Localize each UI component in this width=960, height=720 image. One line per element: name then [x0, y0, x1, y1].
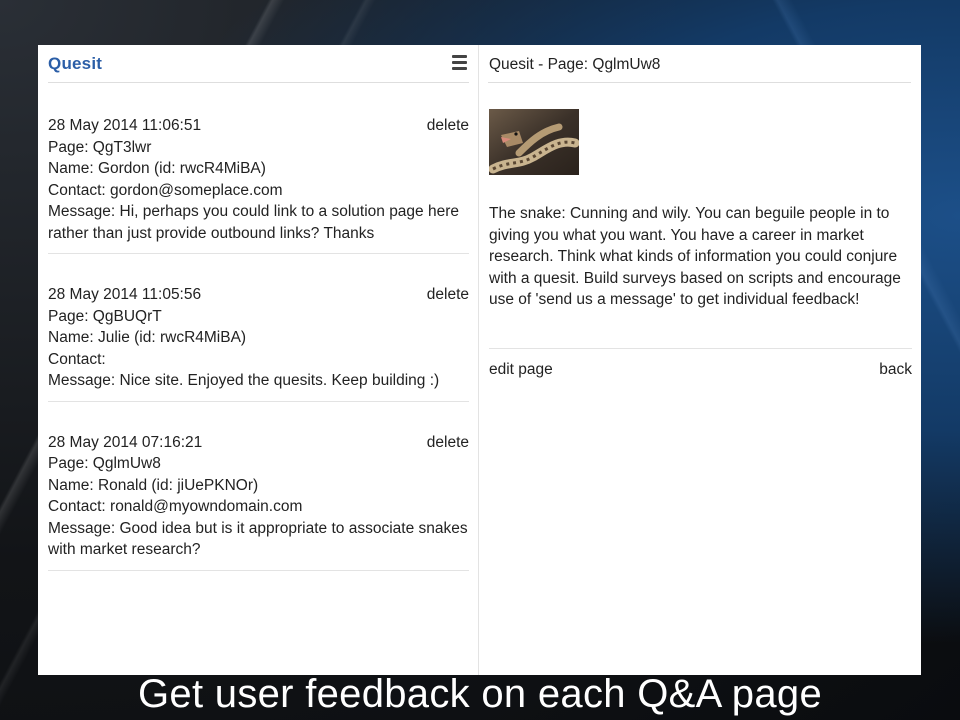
message-timestamp: 28 May 2014 07:16:21 [48, 433, 203, 451]
snake-photo [489, 109, 579, 175]
message-timestamp: 28 May 2014 11:06:51 [48, 117, 202, 134]
page-title-bar: Quesit - Page: QglmUw8 [488, 45, 911, 83]
page-actions: edit page back [489, 348, 912, 389]
message-text: Message: Nice site. Enjoyed the quesits.… [48, 372, 440, 389]
message-contact: Contact: [48, 350, 106, 368]
logo-q: Q [48, 54, 62, 73]
edit-page-link[interactable]: edit page [489, 361, 553, 379]
message-name: Name: Julie (id: rwcR4MiBA) [48, 329, 247, 346]
delete-link[interactable]: delete [427, 115, 469, 137]
delete-link[interactable]: delete [427, 284, 469, 306]
message-item: 28 May 2014 11:06:51 delete Page: QgT3lw… [48, 115, 469, 254]
header-bar: Quesit [48, 45, 469, 83]
hamburger-menu-icon[interactable] [452, 55, 467, 71]
message-contact: Contact: gordon@someplace.com [48, 181, 283, 199]
delete-link[interactable]: delete [427, 432, 469, 454]
quesit-logo[interactable]: Quesit [48, 54, 102, 74]
logo-text: uesit [61, 54, 103, 73]
message-page: Page: QgBUQrT [48, 307, 162, 325]
message-contact: Contact: ronald@myowndomain.com [48, 498, 303, 515]
message-text: Message: Good idea but is it appropriate… [48, 519, 468, 559]
app-window: Quesit 28 May 2014 11:06:51 delete Page:… [38, 45, 921, 675]
messages-panel: Quesit 28 May 2014 11:06:51 delete Page:… [38, 45, 479, 675]
back-link[interactable]: back [879, 361, 912, 379]
message-name: Name: Gordon (id: rwcR4MiBA) [48, 160, 266, 177]
message-page: Page: QgT3lwr [48, 138, 152, 156]
message-item: 28 May 2014 07:16:21 delete Page: QglmUw… [48, 432, 469, 571]
message-timestamp: 28 May 2014 11:05:56 [48, 286, 202, 303]
page-panel: Quesit - Page: QglmUw8 The snake: Cunnin… [479, 45, 921, 675]
message-page: Page: QglmUw8 [48, 455, 161, 472]
page-title: Quesit - Page: QglmUw8 [489, 56, 661, 73]
slide-caption: Get user feedback on each Q&A page [138, 672, 822, 716]
message-item: 28 May 2014 11:05:56 delete Page: QgBUQr… [48, 284, 469, 402]
message-text: Message: Hi, perhaps you could link to a… [48, 203, 459, 242]
message-list: 28 May 2014 11:06:51 delete Page: QgT3lw… [48, 115, 469, 601]
message-name: Name: Ronald (id: jiUePKNOr) [48, 476, 259, 494]
page-description: The snake: Cunning and wily. You can beg… [489, 205, 901, 308]
